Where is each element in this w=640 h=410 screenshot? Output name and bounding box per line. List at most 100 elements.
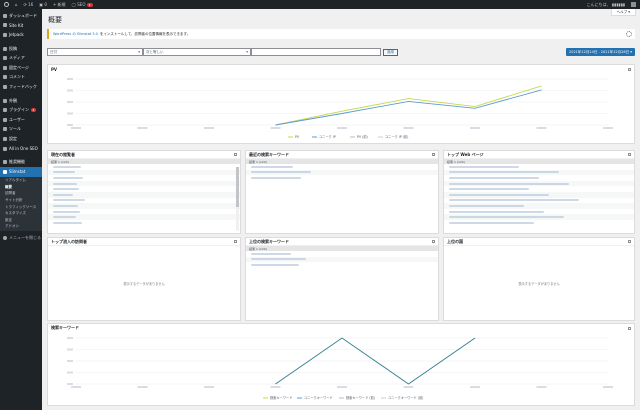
- greeting-text: こんにちは、: [586, 1, 611, 7]
- legend-unique-ip: ユニーク IP: [319, 134, 336, 139]
- legend-pv: PV: [295, 135, 300, 139]
- keywords-legend: 検索キーワード ユニークキーワード 検索キーワード (前) ユニークキーワード …: [263, 395, 423, 400]
- menu-plugins[interactable]: プラグイン 4: [0, 105, 42, 115]
- expand-icon[interactable]: [432, 153, 435, 156]
- menu-label: プラグイン: [9, 107, 29, 113]
- slimstat-submenu: リアルタイム 概要 訪問者 サイト分析 トラフィックソース カスタマイズ 設定 …: [0, 176, 42, 232]
- media-icon: [3, 56, 7, 61]
- user-icon: [3, 117, 7, 122]
- filter-operator-select[interactable]: 次と等しい ▾: [143, 48, 251, 56]
- chevron-down-icon: ▾: [246, 50, 248, 54]
- table-row[interactable]: [48, 220, 240, 226]
- redacted-text: [53, 182, 77, 185]
- menu-jetpack[interactable]: Jetpack: [0, 30, 42, 40]
- submenu-customize[interactable]: カスタマイズ: [0, 210, 42, 217]
- collapse-menu-button[interactable]: メニューを閉じる: [0, 233, 42, 243]
- table-row[interactable]: [246, 175, 438, 181]
- menu-label: 設定: [9, 135, 17, 141]
- filter-value-input[interactable]: [251, 48, 381, 56]
- menu-label: 推奨機能: [9, 159, 25, 165]
- pv-chart: PV ユニーク IP PV (前) ユニーク IP (前): [67, 78, 613, 139]
- feedback-icon: [3, 84, 7, 89]
- expand-icon[interactable]: [628, 326, 631, 330]
- menu-users[interactable]: ユーザー: [0, 115, 42, 125]
- redacted-text: [53, 188, 79, 191]
- menu-recommended[interactable]: 推奨機能: [0, 157, 42, 167]
- table-row[interactable]: [444, 220, 634, 226]
- submenu-addons[interactable]: アドオン: [0, 224, 42, 231]
- date-range-button[interactable]: 2021年12月14日 - 2021年12月28日 ▾: [566, 48, 635, 56]
- notice-text: をインストールして、訪問者の位置情報を表示できます。: [99, 31, 191, 36]
- menu-comments[interactable]: コメント: [0, 73, 42, 83]
- seo-menu[interactable]: ◯ SEO 1: [72, 2, 93, 7]
- plugin-icon: [3, 108, 7, 113]
- menu-posts[interactable]: 投稿: [0, 44, 42, 54]
- updates-count: 16: [28, 2, 34, 7]
- expand-icon[interactable]: [628, 153, 631, 156]
- menu-appearance[interactable]: 外観: [0, 96, 42, 106]
- pv-chart-panel: PV PV ユニーク IP PV (前) ユニーク IP (前): [47, 64, 635, 144]
- redacted-text: [251, 165, 293, 168]
- redacted-text: [53, 216, 76, 219]
- scrollbar[interactable]: [236, 167, 239, 231]
- filter-apply-button[interactable]: 適用: [383, 48, 398, 56]
- y-tick-label: [67, 348, 73, 351]
- screen-options-gear-icon[interactable]: [626, 31, 632, 37]
- submenu-visitors[interactable]: 訪問者: [0, 191, 42, 198]
- expand-icon[interactable]: [628, 240, 631, 243]
- redacted-text: [251, 263, 299, 266]
- redacted-text: [53, 193, 73, 196]
- redacted-text: [449, 171, 559, 174]
- home-icon[interactable]: ⌂: [15, 2, 18, 7]
- expand-icon[interactable]: [432, 240, 435, 243]
- redacted-text: [53, 171, 75, 174]
- comment-icon: [3, 75, 7, 80]
- submenu-traffic-sources[interactable]: トラフィックソース: [0, 204, 42, 211]
- x-tick-label: [137, 386, 148, 388]
- submenu-site-analysis[interactable]: サイト分析: [0, 197, 42, 204]
- redacted-text: [449, 210, 544, 213]
- panel-title: 上位の国: [447, 238, 463, 244]
- expand-icon[interactable]: [628, 67, 631, 71]
- page-title: 概要: [48, 16, 62, 24]
- filter-field-select[interactable]: 日付 ▾: [47, 48, 143, 56]
- submenu-settings[interactable]: 設定: [0, 217, 42, 224]
- expand-icon[interactable]: [234, 153, 237, 156]
- panel-title: 検索キーワード: [51, 325, 79, 330]
- menu-tools[interactable]: ツール: [0, 125, 42, 135]
- user-menu[interactable]: こんにちは、 ▮▮▮▮▮▮: [587, 2, 625, 8]
- x-tick-label: [403, 386, 414, 388]
- help-tab-button[interactable]: ヘルプ ▾: [610, 9, 636, 16]
- legend-keywords-prev: 検索キーワード (前): [346, 395, 375, 400]
- notice-link[interactable]: WordPress の Slimstat 5.0: [53, 32, 98, 37]
- wordpress-logo-icon[interactable]: [4, 2, 9, 7]
- legend-pv-prev: PV (前): [357, 134, 368, 139]
- x-tick-label: [71, 386, 81, 388]
- menu-settings[interactable]: 設定: [0, 134, 42, 144]
- menu-site-kit[interactable]: Site Kit: [0, 21, 42, 31]
- x-tick-label: [270, 127, 281, 129]
- submenu-overview[interactable]: 概要: [0, 184, 42, 191]
- avatar[interactable]: [631, 2, 636, 7]
- table-row[interactable]: [246, 262, 438, 268]
- comments-icon[interactable]: ▣ 0: [39, 2, 47, 7]
- y-tick-label: [67, 124, 73, 126]
- menu-feedback[interactable]: フィードバック: [0, 82, 42, 92]
- legend-keywords: 検索キーワード: [270, 395, 292, 400]
- menu-pages[interactable]: 固定ページ: [0, 63, 42, 73]
- new-content-menu[interactable]: + 新規: [53, 2, 66, 8]
- redacted-text: [449, 216, 564, 219]
- menu-dashboard[interactable]: ダッシュボード: [0, 11, 42, 21]
- x-tick-label: [603, 127, 613, 129]
- menu-slimstat[interactable]: Slimstat: [0, 166, 42, 177]
- admin-sidebar: ダッシュボード Site Kit Jetpack 投稿 メディア 固定ページ コ…: [0, 9, 42, 410]
- updates-icon[interactable]: ⟳ 16: [24, 2, 34, 7]
- admin-bar: ⌂ ⟳ 16 ▣ 0 + 新規 ◯ SEO 1 こんにちは、 ▮▮▮▮▮▮: [0, 0, 640, 9]
- legend-unique-keywords: ユニークキーワード: [304, 395, 333, 400]
- expand-icon[interactable]: [234, 240, 237, 243]
- menu-aioseo[interactable]: All in One SEO: [0, 144, 42, 154]
- chevron-down-icon: ▾: [138, 50, 140, 54]
- submenu-realtime[interactable]: リアルタイム: [0, 178, 42, 185]
- menu-media[interactable]: メディア: [0, 53, 42, 63]
- menu-label: 投稿: [9, 45, 17, 51]
